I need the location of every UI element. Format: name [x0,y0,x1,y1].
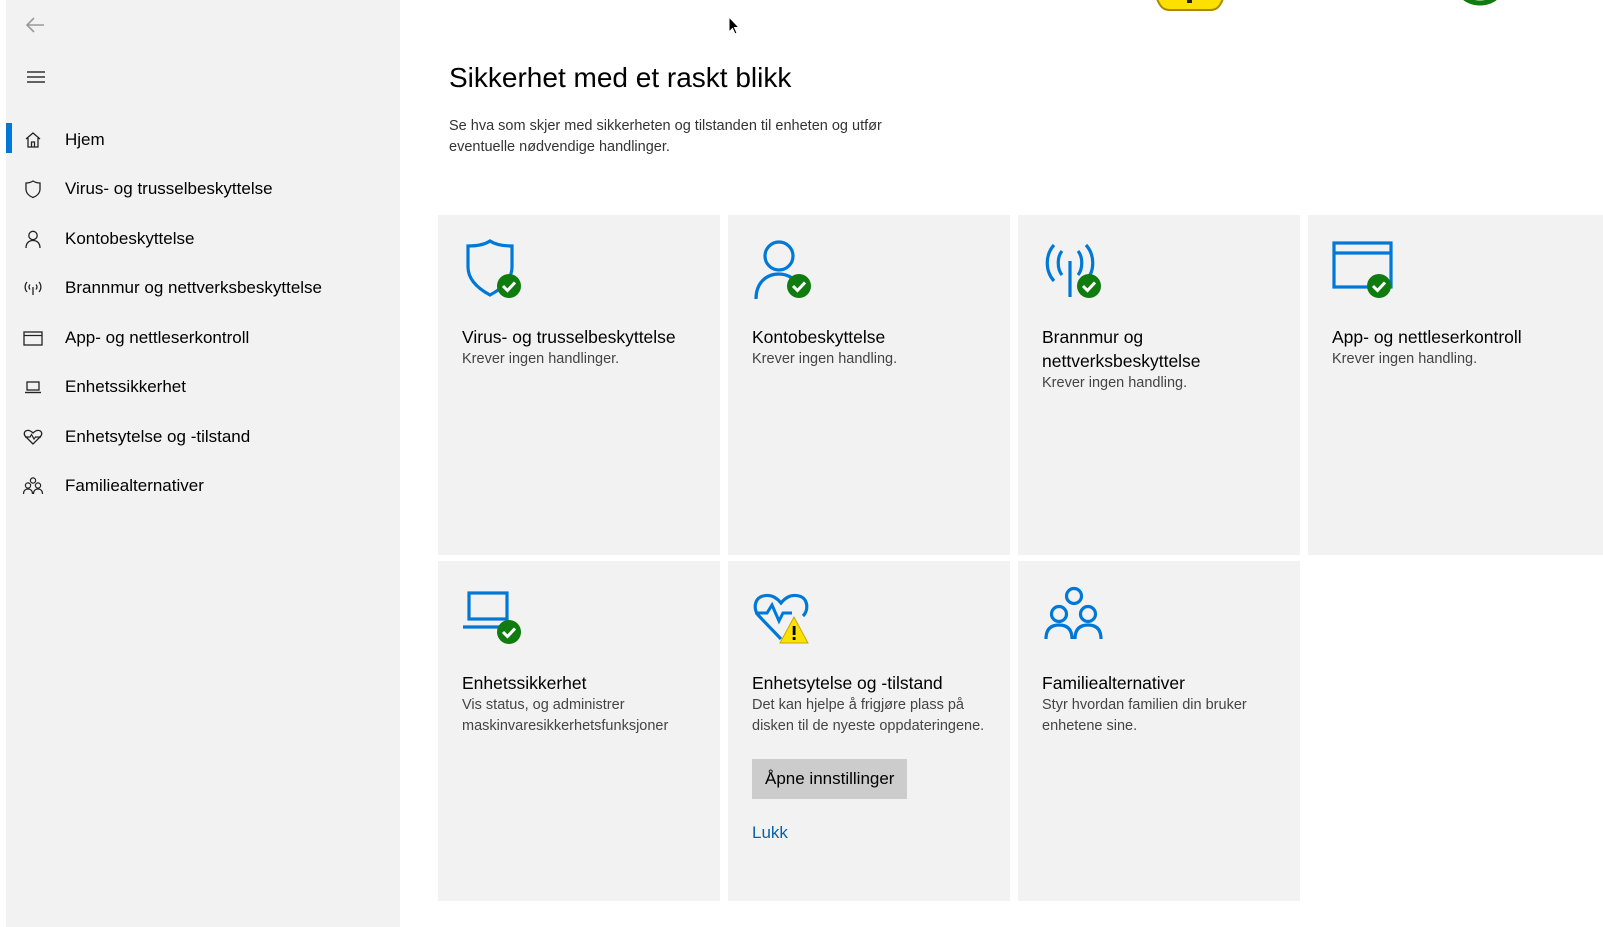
laptop-icon [22,376,44,398]
tile-title: Brannmur og nettverksbeskyttelse [1042,327,1201,371]
tile-status: Krever ingen handling. [752,351,898,367]
tile-status: Krever ingen handling. [1042,375,1188,391]
tile-virus[interactable]: Virus- og trusselbeskyttelse Krever inge… [438,215,720,555]
sidebar-item-label: Virus- og trusselbeskyttelse [65,179,273,199]
page-description: Se hva som skjer med sikkerheten og tils… [449,118,882,155]
heart-icon [22,426,44,448]
person-check-icon [752,239,816,303]
sidebar-item-app[interactable]: App- og nettleserkontroll [6,313,400,363]
tile-enhetssikkerhet[interactable]: Enhetssikkerhet Vis status, og administr… [438,561,720,901]
tile-body: Enhetsytelse og -tilstand Det kan hjelpe… [752,671,1002,843]
browser-window-icon [22,327,44,349]
selection-indicator [6,123,12,153]
family-icon [22,475,44,497]
antenna-check-icon [1042,239,1106,303]
sidebar-item-label: Kontobeskyttelse [65,228,195,248]
sidebar: Hjem Virus- og trusselbeskyttelse Kontob… [6,0,400,927]
hamburger-menu-icon[interactable] [22,64,50,90]
tile-title: App- og nettleserkontroll [1332,327,1522,347]
tile-title: Kontobeskyttelse [752,327,886,347]
sidebar-item-konto[interactable]: Kontobeskyttelse [6,214,400,264]
open-settings-button[interactable]: Åpne innstillinger [752,759,908,799]
dismiss-link[interactable]: Lukk [752,823,1002,843]
tile-body: Enhetssikkerhet Vis status, og administr… [462,671,712,737]
sidebar-item-label: Enhetssikkerhet [65,377,186,397]
sidebar-item-familie[interactable]: Familiealternativer [6,462,400,512]
browser-check-icon [1332,239,1396,303]
sidebar-item-label: App- og nettleserkontroll [65,327,250,347]
tile-enhetsytelse[interactable]: Enhetsytelse og -tilstand Det kan hjelpe… [728,561,1010,901]
windows-security-window: Hjem Virus- og trusselbeskyttelse Kontob… [0,0,1603,927]
sidebar-item-virus[interactable]: Virus- og trusselbeskyttelse [6,165,400,215]
antenna-icon [22,277,44,299]
shield-check-icon [462,239,526,303]
tile-body: Familiealternativer Styr hvordan familie… [1042,671,1292,737]
tile-title: Virus- og trusselbeskyttelse [462,327,676,347]
tile-body: App- og nettleserkontroll Krever ingen h… [1332,325,1582,370]
sidebar-nav: Hjem Virus- og trusselbeskyttelse Kontob… [6,115,400,511]
back-arrow-icon[interactable] [22,12,50,38]
main-content: Sikkerhet med et raskt blikk Se hva som … [400,0,1603,927]
tile-status: Styr hvordan familien din bruker enheten… [1042,697,1247,734]
tile-status: Det kan hjelpe å frigjøre plass på diske… [752,697,985,734]
tile-familie[interactable]: Familiealternativer Styr hvordan familie… [1018,561,1300,901]
tile-body: Virus- og trusselbeskyttelse Krever inge… [462,325,712,370]
sidebar-item-label: Brannmur og nettverksbeskyttelse [65,278,323,298]
tile-app[interactable]: App- og nettleserkontroll Krever ingen h… [1308,215,1603,555]
mouse-pointer-icon [727,15,741,36]
home-icon [22,129,44,151]
tile-title: Familiealternativer [1042,673,1185,693]
sidebar-item-label: Enhetsytelse og -tilstand [65,426,251,446]
tile-status: Vis status, og administrer maskinvaresik… [462,697,669,734]
sidebar-item-enhetssikkerhet[interactable]: Enhetssikkerhet [6,363,400,413]
sidebar-item-hjem[interactable]: Hjem [6,115,400,165]
tile-body: Kontobeskyttelse Krever ingen handling. [752,325,1002,370]
person-icon [22,228,44,250]
tile-title: Enhetsytelse og -tilstand [752,673,943,693]
sidebar-item-enhetsytelse[interactable]: Enhetsytelse og -tilstand [6,412,400,462]
sidebar-item-label: Hjem [65,129,105,149]
heart-warning-icon [752,585,816,649]
laptop-check-icon [462,585,526,649]
tile-status: Krever ingen handlinger. [462,351,620,367]
page-title: Sikkerhet med et raskt blikk [449,62,792,93]
sidebar-item-brannmur[interactable]: Brannmur og nettverksbeskyttelse [6,264,400,314]
status-ok-icon [1455,0,1505,6]
warning-icon [1150,0,1230,16]
tile-title: Enhetssikkerhet [462,673,587,693]
tile-konto[interactable]: Kontobeskyttelse Krever ingen handling. [728,215,1010,555]
shield-icon [22,178,44,200]
sidebar-item-label: Familiealternativer [65,476,204,496]
family-icon [1042,585,1106,649]
tile-status: Krever ingen handling. [1332,351,1478,367]
tile-body: Brannmur og nettverksbeskyttelse Krever … [1042,325,1292,394]
tile-brannmur[interactable]: Brannmur og nettverksbeskyttelse Krever … [1018,215,1300,555]
